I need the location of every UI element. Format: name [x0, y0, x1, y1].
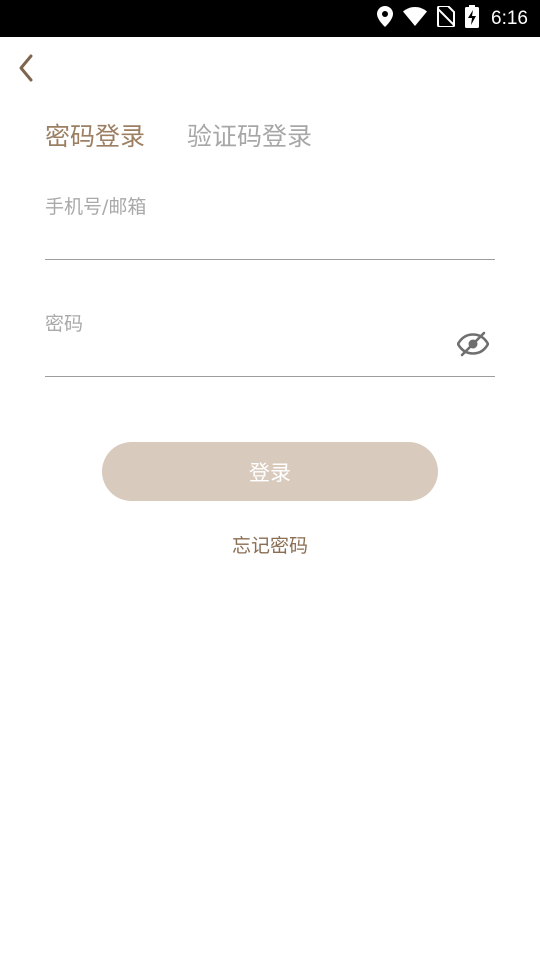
back-button[interactable]: [10, 52, 42, 88]
eye-off-icon: [456, 331, 490, 361]
location-icon: [377, 6, 394, 31]
password-input[interactable]: [45, 342, 445, 376]
no-sim-icon: [436, 5, 456, 31]
account-field: 手机号/邮箱: [45, 195, 495, 260]
battery-charging-icon: [465, 5, 480, 32]
login-tabs: 密码登录 验证码登录: [45, 118, 312, 156]
password-label: 密码: [45, 313, 84, 335]
account-label: 手机号/邮箱: [45, 196, 147, 218]
status-bar: 6:16: [0, 0, 540, 37]
account-input[interactable]: [45, 225, 445, 259]
tab-code-login[interactable]: 验证码登录: [187, 118, 312, 156]
status-time: 6:16: [491, 7, 528, 29]
tab-password-login[interactable]: 密码登录: [45, 118, 145, 156]
login-button[interactable]: 登录: [102, 442, 438, 501]
wifi-icon: [403, 7, 428, 30]
status-icons: 6:16: [377, 0, 528, 37]
forgot-password-link[interactable]: 忘记密码: [0, 530, 540, 562]
chevron-left-icon: [17, 53, 35, 87]
password-visibility-toggle[interactable]: [455, 331, 491, 361]
password-field: 密码: [45, 312, 495, 377]
